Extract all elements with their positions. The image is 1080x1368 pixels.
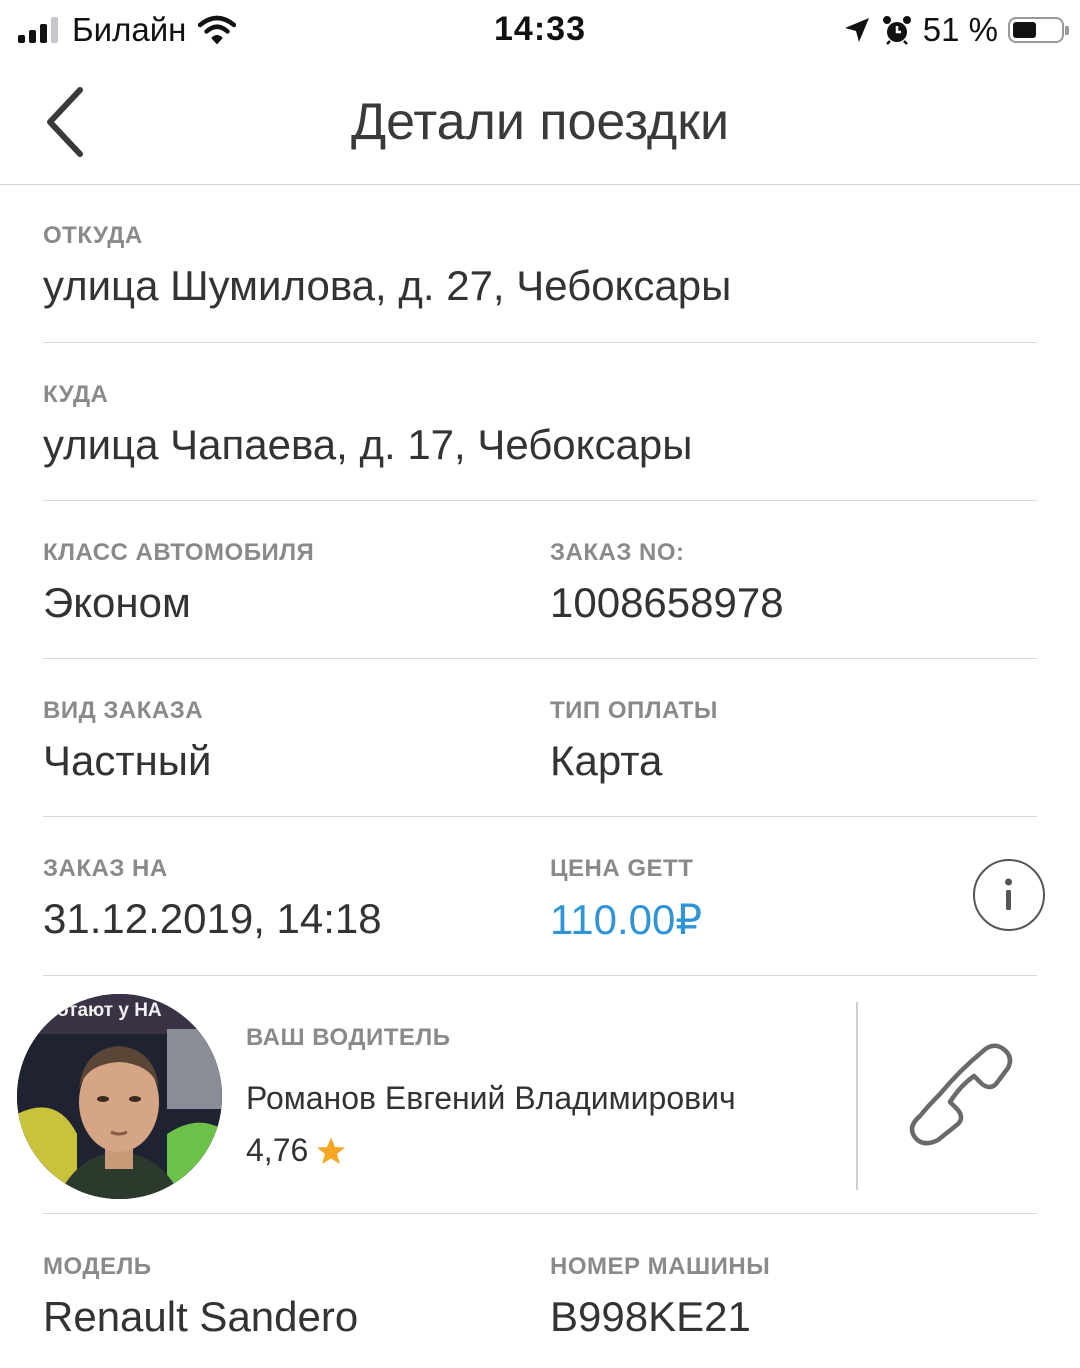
car-class-value: Эконом: [43, 579, 191, 626]
divider: [43, 1212, 1037, 1214]
model-plate-row: МОДЕЛЬ Renault Sandero НОМЕР МАШИНЫ B998…: [43, 1215, 1037, 1368]
driver-rating: 4,76: [246, 1132, 346, 1169]
price-info-button[interactable]: [973, 859, 1045, 931]
order-kind-label: ВИД ЗАКАЗА: [43, 697, 204, 724]
payment-type-value: Карта: [550, 737, 663, 784]
call-driver-button[interactable]: [900, 1036, 1020, 1156]
vertical-divider: [856, 1002, 858, 1190]
driver-name: Романов Евгений Владимирович: [246, 1080, 736, 1116]
to-row: КУДА улица Чапаева, д. 17, Чебоксары: [43, 343, 1037, 501]
to-value: улица Чапаева, д. 17, Чебоксары: [43, 421, 693, 468]
battery-percent: 51 %: [922, 11, 998, 48]
nav-bar: Детали поездки: [0, 62, 1080, 185]
order-kind-value: Частный: [43, 737, 212, 784]
kind-payment-row: ВИД ЗАКАЗА Частный ТИП ОПЛАТЫ Карта: [43, 659, 1037, 817]
class-order-row: КЛАСС АВТОМОБИЛЯ Эконом ЗАКАЗ NO: 100865…: [43, 501, 1037, 659]
battery-fill: [1013, 22, 1037, 38]
car-class-label: КЛАСС АВТОМОБИЛЯ: [43, 539, 315, 566]
page-title: Детали поездки: [350, 93, 730, 151]
info-icon: [1005, 878, 1012, 910]
order-number-value: 1008658978: [550, 579, 784, 626]
to-label: КУДА: [43, 381, 109, 408]
location-arrow-icon: [844, 18, 869, 42]
from-row: ОТКУДА улица Шумилова, д. 27, Чебоксары: [43, 184, 1037, 343]
model-label: МОДЕЛЬ: [43, 1253, 152, 1280]
from-value: улица Шумилова, д. 27, Чебоксары: [43, 262, 732, 309]
driver-photo: [17, 994, 222, 1199]
from-label: ОТКУДА: [43, 222, 143, 249]
status-right: 51 %: [843, 10, 1069, 50]
driver-avatar[interactable]: отают у НА: [17, 994, 222, 1199]
order-time-label: ЗАКАЗ НА: [43, 855, 168, 882]
driver-label: ВАШ ВОДИТЕЛЬ: [246, 1024, 451, 1051]
plate-label: НОМЕР МАШИНЫ: [550, 1253, 771, 1280]
model-value: Renault Sandero: [43, 1293, 359, 1340]
phone-icon: [909, 1043, 1013, 1146]
photo-caption: отают у НА: [57, 1000, 162, 1021]
battery-icon: [1008, 17, 1069, 43]
driver-rating-value: 4,76: [246, 1132, 309, 1168]
payment-type-label: ТИП ОПЛАТЫ: [550, 697, 718, 724]
alarm-icon: [882, 16, 911, 45]
price-label: ЦЕНА GETT: [550, 855, 694, 882]
order-time-value: 31.12.2019, 14:18: [43, 895, 382, 942]
plate-value: B998KE21: [550, 1293, 751, 1340]
status-bar: Билайн 14:33 51 %: [0, 0, 1080, 62]
time-price-row: ЗАКАЗ НА 31.12.2019, 14:18 ЦЕНА GETT 110…: [43, 817, 1045, 976]
price-value: 110.00₽: [550, 896, 703, 943]
star-icon: [317, 1137, 346, 1164]
order-number-label: ЗАКАЗ NO:: [550, 539, 685, 566]
driver-section: отают у НА ВАШ ВОДИТЕЛЬ Романов Евгений …: [0, 976, 1080, 1214]
